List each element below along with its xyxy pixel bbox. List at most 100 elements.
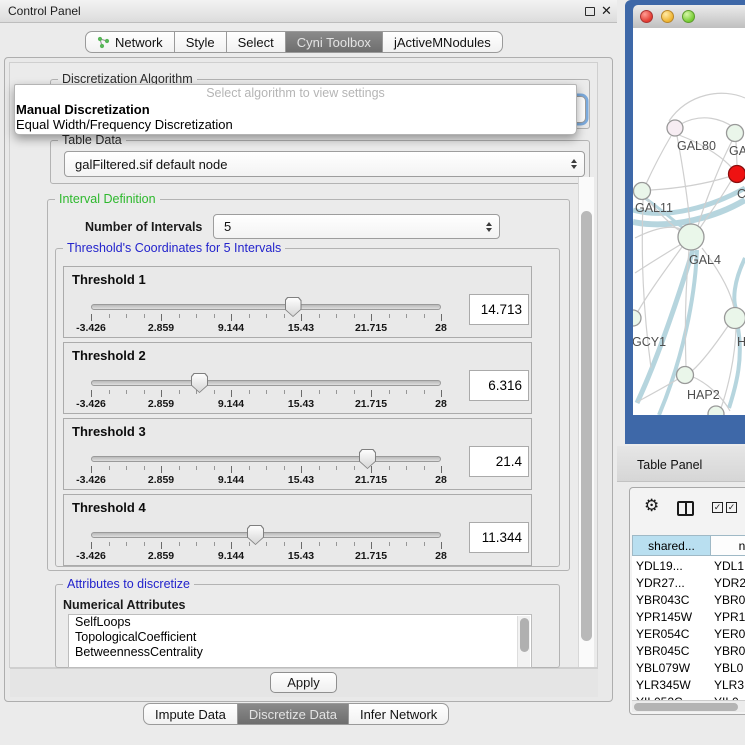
tab-discretize-data[interactable]: Discretize Data — [238, 703, 349, 725]
cell-name: YPR1 — [714, 610, 745, 624]
float-window-icon[interactable] — [585, 7, 595, 16]
panel-vertical-scrollbar[interactable] — [578, 177, 594, 667]
tab-infer-network[interactable]: Infer Network — [349, 703, 449, 725]
close-icon[interactable]: ✕ — [601, 3, 612, 19]
table-row[interactable]: YER054C YER0 — [632, 626, 745, 643]
tab-cyni-toolbox[interactable]: Cyni Toolbox — [286, 31, 383, 53]
cell-shared-name: YBL079W — [636, 661, 690, 675]
top-tab-bar: Network Style Select Cyni Toolbox jActiveMNo… — [85, 31, 503, 53]
table-data-combobox[interactable]: galFiltered.sif default node — [64, 151, 585, 177]
tick-label: 15.43 — [271, 322, 331, 334]
gear-icon[interactable]: ⚙ — [644, 496, 659, 516]
network-icon — [97, 36, 110, 49]
network-node-gal4[interactable] — [678, 224, 704, 250]
table-panel-toolbar: ⚙ ✓ ✓ — [629, 494, 745, 528]
cell-shared-name: YBR043C — [636, 593, 689, 607]
tab-label: Style — [186, 35, 215, 50]
slider-track[interactable] — [91, 304, 441, 310]
dropdown-option-equal-width-frequency[interactable]: Equal Width/Frequency Discretization — [15, 117, 576, 132]
slider-track[interactable] — [91, 456, 441, 462]
table-row[interactable]: YBR043C YBR0 — [632, 592, 745, 609]
cell-name: YDL1 — [714, 559, 744, 573]
zoom-traffic-light-icon[interactable] — [682, 10, 695, 23]
cell-shared-name: YLR345W — [636, 678, 691, 692]
threshold-label: Threshold 1 — [72, 272, 146, 287]
split-columns-icon[interactable] — [677, 501, 694, 516]
network-node-label: GAL11 — [635, 201, 673, 215]
network-node-ga[interactable] — [727, 125, 744, 142]
cell-name: YDR2 — [714, 576, 745, 590]
table-row[interactable]: YDR27... YDR2 — [632, 575, 745, 592]
network-canvas[interactable]: GAL80GACGAL11GAL4GCY1HHAP2 — [633, 28, 745, 415]
network-node-gal80[interactable] — [667, 120, 683, 136]
threshold-value-input[interactable]: 11.344 — [469, 522, 529, 553]
threshold-value-input[interactable]: 6.316 — [469, 370, 529, 401]
combo-arrows-icon — [486, 222, 492, 232]
table-panel-titlebar: Table Panel — [617, 446, 745, 482]
table-row[interactable]: YDL19...YDL1 — [632, 558, 745, 575]
cell-name: YBL0 — [714, 661, 743, 675]
number-of-intervals-label: Number of Intervals — [85, 220, 202, 234]
tick-label: 9.144 — [201, 398, 261, 410]
window-title: Control Panel — [8, 4, 81, 18]
attribute-list-item[interactable]: BetweennessCentrality — [69, 645, 531, 660]
table-row[interactable]: YPR145WYPR1 — [632, 609, 745, 626]
attributes-list-scrollbar[interactable] — [517, 616, 530, 668]
table-horizontal-scrollbar[interactable] — [632, 700, 745, 712]
slider-track[interactable] — [91, 532, 441, 538]
table-row[interactable]: YLR345WYLR3 — [632, 677, 745, 694]
tab-select[interactable]: Select — [227, 31, 286, 53]
tick-label: 21.715 — [341, 550, 401, 562]
attribute-list-item[interactable]: TopologicalCoefficient — [69, 630, 531, 645]
tick-label: 28 — [411, 474, 471, 486]
threshold-label: Threshold 2 — [72, 348, 146, 363]
cell-shared-name: YER054C — [636, 627, 689, 641]
network-node-c[interactable] — [729, 166, 745, 183]
tick-label: -3.426 — [61, 398, 121, 410]
dropdown-option-manual-discretization[interactable]: Manual Discretization — [15, 102, 576, 117]
minimize-traffic-light-icon[interactable] — [661, 10, 674, 23]
tab-label: Impute Data — [155, 707, 226, 722]
close-traffic-light-icon[interactable] — [640, 10, 653, 23]
algorithm-dropdown-popup: Select algorithm to view settings Manual… — [14, 84, 577, 135]
tick-label: 21.715 — [341, 474, 401, 486]
network-node-label: GAL80 — [677, 139, 716, 153]
table-row[interactable]: YBR045CYBR0 — [632, 643, 745, 660]
tick-label: 15.43 — [271, 550, 331, 562]
threshold-row-3: Threshold 3-3.4262.8599.14415.4321.71528… — [63, 418, 532, 490]
network-node-gal11[interactable] — [634, 183, 651, 200]
network-node-gcy1[interactable] — [633, 310, 641, 326]
column-header-shared-name[interactable]: shared... — [632, 535, 711, 556]
slider-ticks — [91, 390, 442, 398]
tick-label: 2.859 — [131, 398, 191, 410]
tick-label: 15.43 — [271, 398, 331, 410]
tab-label: Cyni Toolbox — [297, 35, 371, 50]
threshold-row-4: Threshold 4-3.4262.8599.14415.4321.71528… — [63, 494, 532, 566]
number-of-intervals-combobox[interactable]: 5 — [213, 214, 500, 239]
cell-shared-name: YDR27... — [636, 576, 685, 590]
slider-track[interactable] — [91, 380, 441, 386]
network-node-h[interactable] — [725, 308, 745, 329]
tick-label: 2.859 — [131, 322, 191, 334]
attribute-list-item[interactable]: SelfLoops — [69, 615, 531, 630]
apply-button[interactable]: Apply — [270, 672, 337, 693]
cell-name: YER0 — [714, 627, 745, 641]
network-window-titlebar — [633, 5, 745, 28]
threshold-value-input[interactable]: 21.4 — [469, 446, 529, 477]
threshold-value-input[interactable]: 14.713 — [469, 294, 529, 325]
tab-label: Select — [238, 35, 274, 50]
tab-impute-data[interactable]: Impute Data — [143, 703, 238, 725]
table-row[interactable]: YBL079W YBL0 — [632, 660, 745, 677]
column-header-name[interactable]: na — [711, 535, 745, 556]
checkbox-icon[interactable]: ✓ — [712, 502, 723, 513]
network-node-label: HAP2 — [687, 388, 720, 402]
node-table: shared... na YDL19...YDL1YDR27... YDR2 YBR… — [632, 535, 745, 711]
network-node-hap2[interactable] — [677, 367, 694, 384]
cell-name: YBR0 — [714, 593, 745, 607]
tick-label: -3.426 — [61, 322, 121, 334]
tick-label: 21.715 — [341, 322, 401, 334]
tab-network[interactable]: Network — [85, 31, 175, 53]
tab-style[interactable]: Style — [175, 31, 227, 53]
tab-jactivemnodules[interactable]: jActiveMNodules — [383, 31, 503, 53]
checkbox-icon[interactable]: ✓ — [726, 502, 737, 513]
